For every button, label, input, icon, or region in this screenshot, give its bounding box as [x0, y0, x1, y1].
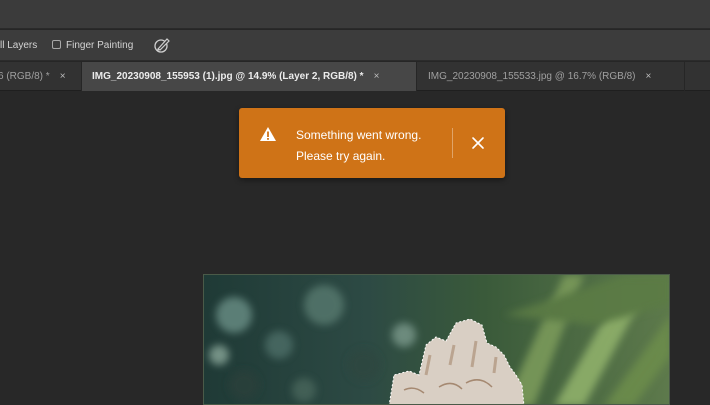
brush-settings-icon[interactable] [153, 37, 171, 53]
tab-document-3[interactable]: IMG_20230908_155533.jpg @ 16.7% (RGB/8) … [417, 62, 685, 91]
photo-canvas[interactable] [203, 274, 670, 405]
photoshop-window: ll Layers Finger Painting 6 (RGB/8) * × … [0, 0, 710, 405]
tab-document-2[interactable]: IMG_20230908_155953 (1).jpg @ 14.9% (Lay… [82, 62, 417, 91]
toast-message-line1: Something went wrong. [296, 128, 422, 142]
tab-label: IMG_20230908_155953 (1).jpg @ 14.9% (Lay… [92, 71, 364, 82]
error-toast: Something went wrong. Please try again. [239, 108, 505, 178]
options-bar: ll Layers Finger Painting [0, 30, 710, 61]
document-tab-bar: 6 (RGB/8) * × IMG_20230908_155953 (1).jp… [0, 62, 710, 91]
toast-message-line2: Please try again. [296, 149, 386, 163]
close-icon[interactable]: × [60, 71, 66, 82]
toast-message: Something went wrong. Please try again. [296, 125, 446, 167]
tab-label: IMG_20230908_155533.jpg @ 16.7% (RGB/8) [428, 71, 636, 82]
sample-all-layers-label[interactable]: ll Layers [0, 40, 37, 51]
photo-image [204, 275, 669, 404]
close-icon[interactable]: × [646, 71, 652, 82]
menu-bar [0, 0, 710, 29]
finger-painting-checkbox[interactable] [52, 40, 61, 49]
close-icon[interactable]: × [374, 71, 380, 82]
tab-label: 6 (RGB/8) * [0, 71, 50, 82]
finger-painting-label[interactable]: Finger Painting [66, 40, 133, 51]
warning-icon [260, 127, 276, 141]
tab-document-1[interactable]: 6 (RGB/8) * × [0, 62, 82, 91]
toast-divider [452, 128, 453, 158]
close-icon[interactable] [471, 136, 485, 150]
